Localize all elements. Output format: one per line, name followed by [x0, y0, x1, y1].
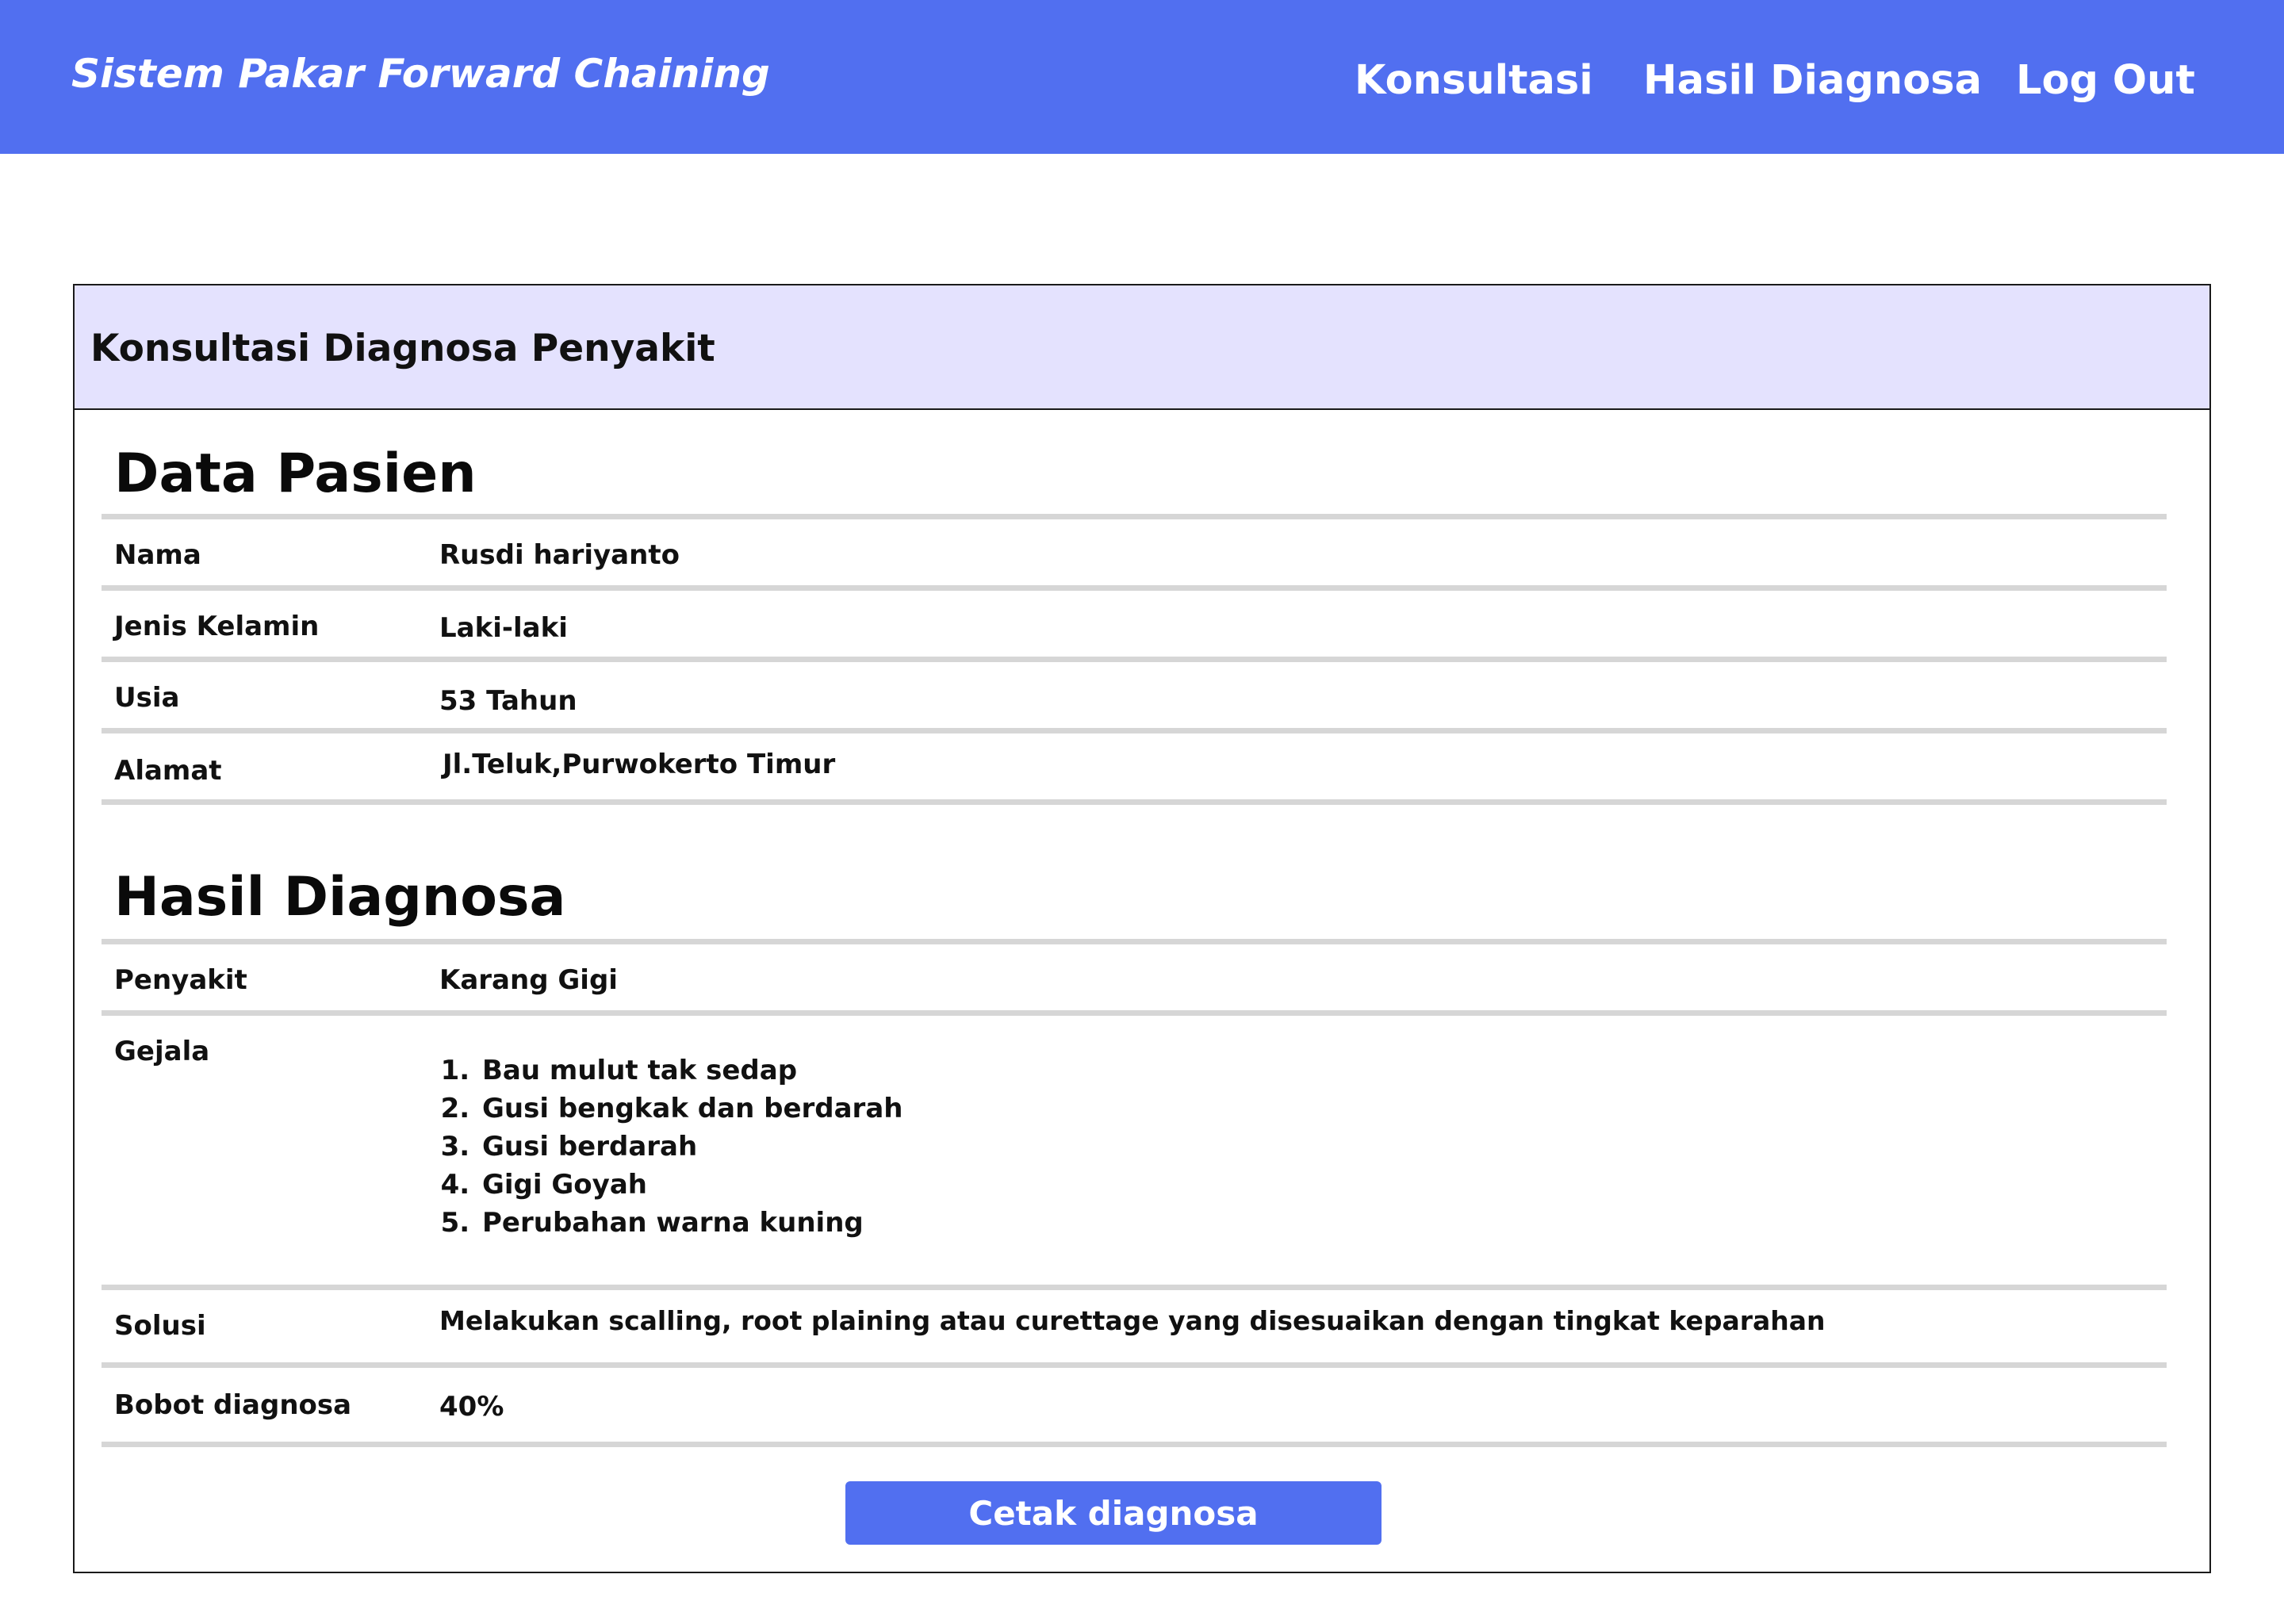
- top-navbar: Sistem Pakar Forward Chaining Konsultasi…: [0, 0, 2284, 154]
- usia-value: 53 Tahun: [439, 685, 577, 717]
- list-item: Gusi bengkak dan berdarah: [479, 1090, 902, 1128]
- brand-title[interactable]: Sistem Pakar Forward Chaining: [71, 51, 770, 97]
- divider: [102, 728, 2167, 733]
- divider: [102, 585, 2167, 591]
- nav-log-out[interactable]: Log Out: [2016, 57, 2195, 104]
- divider: [102, 1362, 2167, 1368]
- jenis-kelamin-value: Laki-laki: [439, 612, 568, 644]
- hasil-diagnosa-heading: Hasil Diagnosa: [114, 866, 566, 929]
- bobot-diagnosa-label: Bobot diagnosa: [114, 1389, 352, 1421]
- alamat-label: Alamat: [114, 755, 222, 787]
- diagnosis-card: Konsultasi Diagnosa Penyakit Data Pasien…: [73, 284, 2211, 1573]
- divider: [102, 514, 2167, 519]
- card-header: Konsultasi Diagnosa Penyakit: [75, 285, 2209, 410]
- bobot-diagnosa-value: 40%: [439, 1391, 504, 1423]
- nav-konsultasi[interactable]: Konsultasi: [1355, 57, 1593, 104]
- solusi-value: Melakukan scalling, root plaining atau c…: [439, 1305, 1826, 1336]
- nama-label: Nama: [114, 539, 201, 571]
- list-item: Gusi berdarah: [479, 1128, 902, 1166]
- jenis-kelamin-label: Jenis Kelamin: [114, 611, 320, 642]
- cetak-diagnosa-button[interactable]: Cetak diagnosa: [845, 1481, 1382, 1545]
- divider: [102, 657, 2167, 662]
- divider: [102, 799, 2167, 805]
- list-item: Gigi Goyah: [479, 1166, 902, 1204]
- penyakit-label: Penyakit: [114, 964, 247, 996]
- solusi-label: Solusi: [114, 1310, 206, 1342]
- usia-label: Usia: [114, 682, 180, 714]
- divider: [102, 939, 2167, 944]
- gejala-label: Gejala: [114, 1036, 210, 1067]
- list-item: Perubahan warna kuning: [479, 1204, 902, 1242]
- alamat-value: Jl.Teluk,Purwokerto Timur: [443, 749, 836, 780]
- nama-value: Rusdi hariyanto: [439, 539, 680, 571]
- gejala-list: Bau mulut tak sedap Gusi bengkak dan ber…: [439, 1051, 902, 1242]
- data-pasien-heading: Data Pasien: [114, 442, 477, 505]
- divider: [102, 1010, 2167, 1016]
- divider: [102, 1442, 2167, 1447]
- card-title: Konsultasi Diagnosa Penyakit: [90, 327, 715, 370]
- penyakit-value: Karang Gigi: [439, 964, 618, 996]
- list-item: Bau mulut tak sedap: [479, 1051, 902, 1090]
- nav-hasil-diagnosa[interactable]: Hasil Diagnosa: [1643, 57, 1982, 104]
- divider: [102, 1285, 2167, 1290]
